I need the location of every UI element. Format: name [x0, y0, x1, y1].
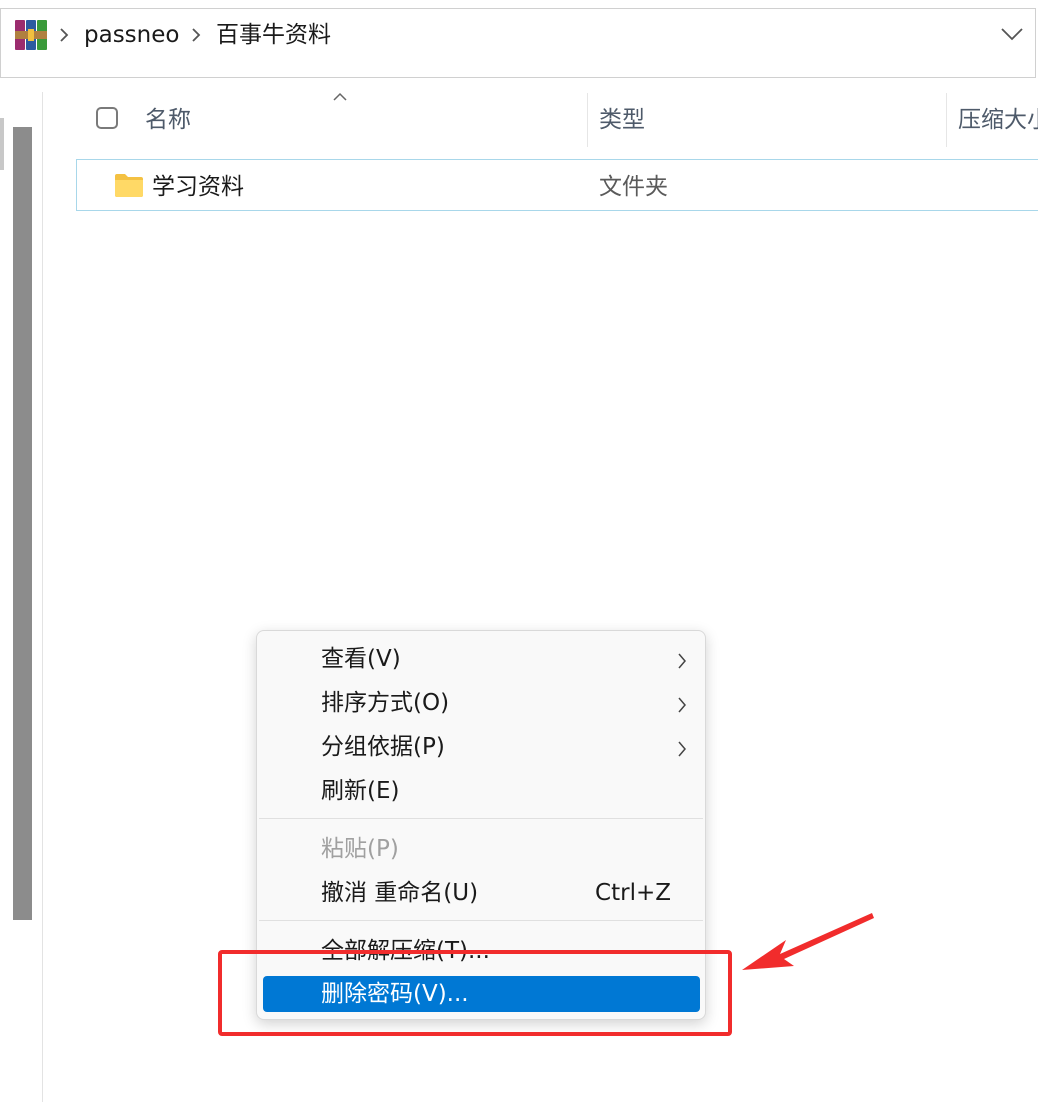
menu-item-remove-password[interactable]: 删除密码(V)... — [263, 976, 700, 1012]
menu-item-extract-all[interactable]: 全部解压缩(T)... — [257, 931, 705, 971]
menu-item-label: 撤消 重命名(U) — [321, 880, 479, 906]
menu-item-label: 全部解压缩(T)... — [321, 938, 490, 964]
menu-item-group-by[interactable]: 分组依据(P) — [257, 727, 705, 767]
menu-item-label: 查看(V) — [321, 646, 401, 672]
select-all-checkbox[interactable] — [96, 107, 118, 129]
folder-icon — [115, 174, 143, 197]
menu-separator — [259, 818, 703, 819]
menu-item-undo-rename[interactable]: 撤消 重命名(U) Ctrl+Z — [257, 873, 705, 913]
column-header-row — [76, 93, 1038, 145]
sort-ascending-icon — [333, 92, 347, 101]
menu-item-label: 分组依据(P) — [321, 734, 445, 760]
menu-item-label: 粘贴(P) — [321, 836, 399, 862]
menu-item-sort-by[interactable]: 排序方式(O) — [257, 683, 705, 723]
chevron-down-icon[interactable] — [1000, 26, 1024, 42]
scrollbar-thumb[interactable] — [13, 127, 32, 920]
chevron-right-icon — [678, 741, 686, 757]
menu-shortcut: Ctrl+Z — [595, 880, 671, 906]
menu-separator — [259, 920, 703, 921]
menu-item-label: 排序方式(O) — [321, 690, 450, 716]
file-type: 文件夹 — [599, 174, 668, 200]
menu-item-view[interactable]: 查看(V) — [257, 639, 705, 679]
breadcrumb-current-folder[interactable]: 百事牛资料 — [216, 19, 331, 51]
winrar-icon — [15, 20, 47, 50]
annotation-arrow-icon — [742, 913, 874, 970]
column-header-compressed-size[interactable]: 压缩大小 — [958, 104, 1038, 136]
column-header-compressed-size-clip: 压缩大小 — [958, 93, 1038, 147]
chevron-right-icon — [678, 653, 686, 669]
menu-item-refresh[interactable]: 刷新(E) — [257, 771, 705, 811]
menu-item-label: 删除密码(V)... — [321, 981, 469, 1007]
column-header-type[interactable]: 类型 — [599, 104, 645, 136]
column-header-name[interactable]: 名称 — [145, 104, 191, 136]
menu-item-paste: 粘贴(P) — [257, 829, 705, 869]
pane-edge-indicator — [0, 118, 4, 170]
file-name[interactable]: 学习资料 — [152, 171, 244, 203]
column-divider[interactable] — [587, 93, 588, 147]
chevron-right-icon — [60, 28, 69, 42]
column-divider[interactable] — [946, 93, 947, 147]
chevron-right-icon — [678, 697, 686, 713]
context-menu: 查看(V) 排序方式(O) 分组依据(P) 刷新(E) 粘贴(P) 撤消 重命名… — [256, 630, 706, 1020]
chevron-right-icon — [192, 28, 201, 42]
breadcrumb-passneo[interactable]: passneo — [84, 19, 179, 51]
menu-item-label: 刷新(E) — [321, 778, 400, 804]
